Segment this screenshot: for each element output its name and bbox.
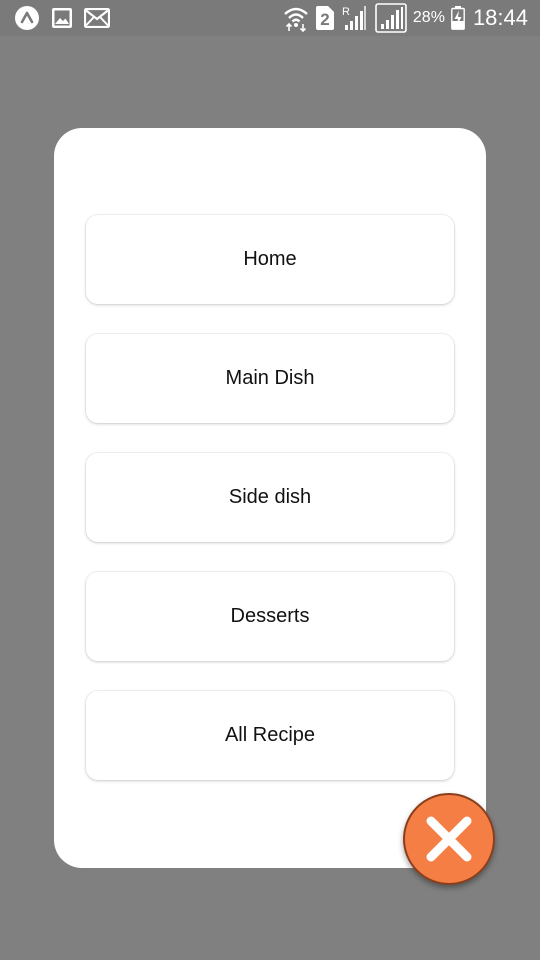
menu-item-all-recipe[interactable]: All Recipe	[86, 691, 454, 780]
mail-icon	[84, 8, 110, 28]
gallery-icon	[50, 6, 74, 30]
battery-charging-icon	[451, 6, 465, 30]
menu-item-label: Home	[243, 248, 297, 270]
signal-icon	[375, 3, 407, 33]
menu-item-main-dish[interactable]: Main Dish	[86, 334, 454, 423]
battery-percent: 28%	[412, 9, 445, 26]
app-icon	[14, 5, 40, 31]
menu-item-label: Side dish	[228, 486, 312, 508]
sim-number-label: 2	[320, 10, 329, 29]
status-bar-right: 2 R 28% 18:44	[283, 3, 528, 33]
status-bar-left	[14, 5, 110, 31]
menu-item-label: Main Dish	[225, 367, 315, 389]
menu-item-side-dish[interactable]: Side dish	[86, 453, 454, 542]
status-bar: 2 R 28% 18:44	[0, 0, 540, 36]
sim2-icon: 2	[315, 5, 335, 31]
clock: 18:44	[472, 5, 528, 30]
wifi-icon	[283, 4, 309, 32]
signal-roaming-icon: R	[341, 4, 369, 32]
menu-item-label: All Recipe	[224, 724, 316, 746]
category-menu: Home Main Dish Side dish Desserts All Re…	[86, 215, 454, 810]
roaming-label: R	[342, 6, 350, 18]
menu-item-home[interactable]: Home	[86, 215, 454, 304]
close-icon	[426, 816, 472, 862]
close-button[interactable]	[403, 793, 495, 885]
menu-modal: Home Main Dish Side dish Desserts All Re…	[54, 128, 486, 868]
screen: 2 R 28% 18:44 Home Main Dish Side dish D…	[0, 0, 540, 960]
menu-item-label: Desserts	[230, 605, 310, 627]
menu-item-desserts[interactable]: Desserts	[86, 572, 454, 661]
